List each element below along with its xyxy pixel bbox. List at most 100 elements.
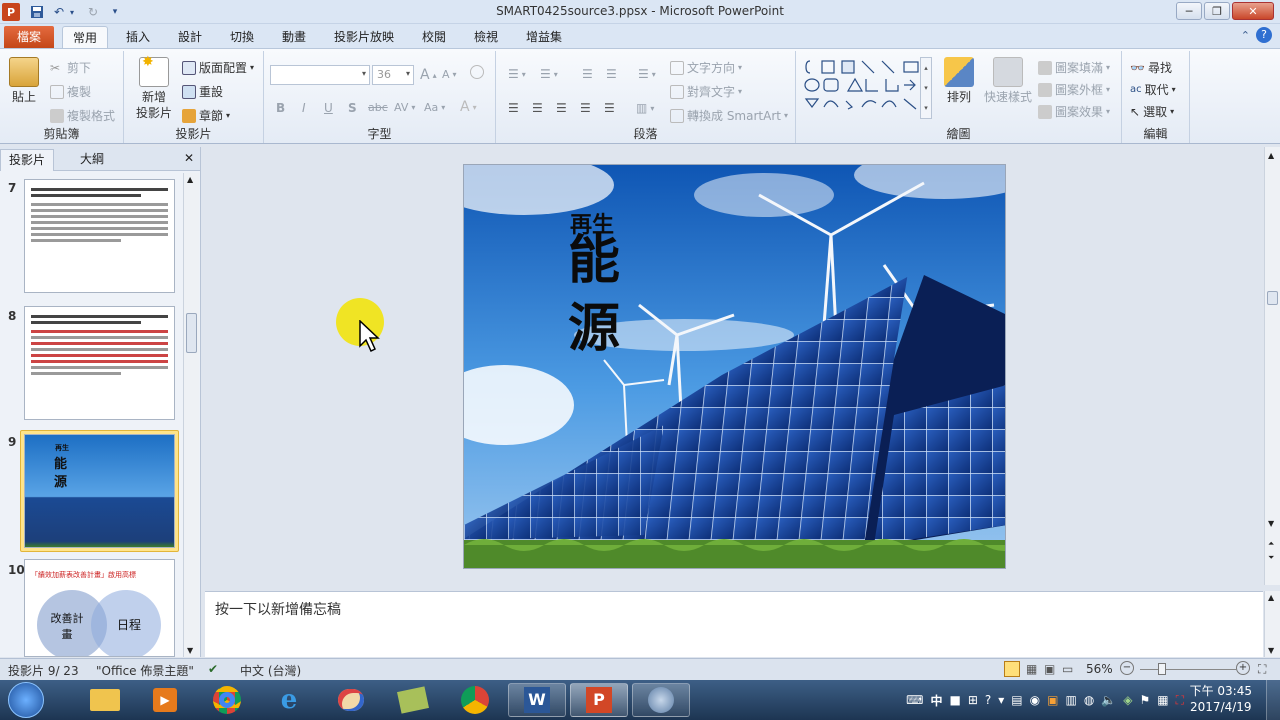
- align-center-icon[interactable]: ☰: [532, 101, 543, 115]
- shrink-font-button[interactable]: A ▾: [442, 68, 457, 81]
- zoom-in-icon[interactable]: +: [1236, 661, 1250, 675]
- change-case-button[interactable]: Aa ▾: [424, 101, 445, 114]
- spell-check-icon[interactable]: ✔: [208, 662, 218, 676]
- strikethrough-button[interactable]: abc: [368, 101, 388, 114]
- align-right-icon[interactable]: ☰: [556, 101, 567, 115]
- taskbar-chrome[interactable]: [198, 683, 256, 717]
- notes-placeholder[interactable]: 按一下以新增備忘稿: [215, 599, 341, 619]
- decrease-indent-icon[interactable]: ☰: [582, 67, 593, 81]
- reset-button[interactable]: 重設: [182, 83, 223, 100]
- cut-button[interactable]: ✂ 剪下: [50, 59, 91, 76]
- collapse-ribbon-icon[interactable]: ⌃: [1241, 29, 1250, 42]
- taskbar-ie[interactable]: e: [260, 683, 318, 717]
- quick-styles-button[interactable]: 快速樣式: [982, 57, 1034, 105]
- zoom-slider-thumb[interactable]: [1158, 663, 1166, 675]
- tray-expand-icon[interactable]: ▾: [998, 693, 1004, 707]
- taskbar-chrome-2[interactable]: [446, 683, 504, 717]
- convert-smartart-button[interactable]: 轉換成 SmartArt ▾: [670, 107, 788, 124]
- shape-effects-button[interactable]: 圖案效果 ▾: [1038, 103, 1110, 120]
- slide-thumbnail-7[interactable]: [24, 179, 175, 293]
- tab-transitions[interactable]: 切換: [220, 26, 264, 48]
- theme-name[interactable]: "Office 佈景主題": [96, 662, 194, 679]
- text-direction-button[interactable]: 文字方向 ▾: [670, 59, 742, 76]
- slide-title-char-1[interactable]: 能: [568, 231, 620, 291]
- columns-icon[interactable]: ▥ ▾: [636, 101, 654, 115]
- notes-pane[interactable]: 按一下以新增備忘稿: [205, 591, 1263, 657]
- normal-view-icon[interactable]: [1004, 661, 1020, 677]
- replace-button[interactable]: ac 取代 ▾: [1130, 81, 1176, 98]
- shape-fill-button[interactable]: 圖案填滿 ▾: [1038, 59, 1110, 76]
- action-center-icon[interactable]: ⚑: [1139, 693, 1150, 707]
- new-slide-button[interactable]: ✸ 新增 投影片: [130, 54, 178, 121]
- help-icon[interactable]: ?: [1256, 27, 1272, 43]
- language-indicator[interactable]: 中文 (台灣): [240, 662, 301, 679]
- tray-app-6-icon[interactable]: ▦: [1157, 693, 1168, 707]
- volume-icon[interactable]: 🔈: [1101, 693, 1116, 707]
- tab-review[interactable]: 校閱: [412, 26, 456, 48]
- ime-icon[interactable]: ⌨: [906, 693, 923, 707]
- tab-addins[interactable]: 增益集: [516, 26, 572, 48]
- editor-scrollbar[interactable]: ▲ ▼ ⏶ ⏷: [1264, 147, 1280, 585]
- next-slide-icon[interactable]: ⏷: [1268, 553, 1274, 563]
- font-size-combobox[interactable]: 36 ▾: [372, 65, 414, 85]
- tray-app-4-icon[interactable]: ▥: [1065, 693, 1076, 707]
- pdf-icon[interactable]: ⛶: [1176, 693, 1184, 708]
- current-slide[interactable]: 再生 能 源: [463, 164, 1006, 569]
- shapes-scroll[interactable]: ▴ ▾ ▾: [920, 57, 932, 119]
- italic-button[interactable]: I: [302, 101, 306, 115]
- tab-insert[interactable]: 插入: [116, 26, 160, 48]
- bullets-icon[interactable]: ☰ ▾: [508, 67, 526, 81]
- tab-slideshow[interactable]: 投影片放映: [324, 26, 404, 48]
- tray-app-5-icon[interactable]: ◍: [1084, 693, 1094, 707]
- ime-settings-icon[interactable]: ⊞: [968, 693, 978, 707]
- clear-formatting-icon[interactable]: [470, 65, 484, 79]
- tray-app-1-icon[interactable]: ▤: [1011, 693, 1022, 707]
- tab-outline[interactable]: 大綱: [72, 149, 112, 171]
- notes-scroll-up-icon[interactable]: ▲: [1268, 593, 1274, 602]
- slideshow-view-icon[interactable]: ▭: [1062, 662, 1073, 676]
- notes-scrollbar[interactable]: ▲ ▼: [1264, 591, 1280, 657]
- slides-pane-scrollbar[interactable]: ▲ ▼: [183, 173, 199, 657]
- zoom-level[interactable]: 56%: [1086, 662, 1113, 676]
- reading-view-icon[interactable]: ▣: [1044, 662, 1055, 676]
- taskbar-media-player[interactable]: ▶: [136, 683, 194, 717]
- section-button[interactable]: 章節 ▾: [182, 107, 230, 124]
- align-left-icon[interactable]: ☰: [508, 101, 519, 115]
- clock[interactable]: 下午 03:45 2017/4/19: [1190, 683, 1252, 715]
- tray-app-2-icon[interactable]: ◉: [1030, 693, 1040, 707]
- editor-scrollbar-thumb[interactable]: [1267, 291, 1278, 305]
- shapes-gallery[interactable]: [800, 57, 930, 121]
- zoom-slider[interactable]: [1140, 669, 1236, 670]
- copy-button[interactable]: 複製: [50, 83, 91, 100]
- network-icon[interactable]: ◈: [1123, 693, 1132, 707]
- paste-button[interactable]: 貼上: [4, 57, 44, 105]
- scroll-down-icon[interactable]: ▼: [187, 646, 193, 655]
- increase-indent-icon[interactable]: ☰: [606, 67, 617, 81]
- tab-slides[interactable]: 投影片: [0, 149, 55, 171]
- underline-button[interactable]: U: [324, 101, 333, 115]
- taskbar-powerpoint[interactable]: P: [570, 683, 628, 717]
- bold-button[interactable]: B: [276, 101, 285, 115]
- character-spacing-button[interactable]: AV ▾: [394, 101, 415, 114]
- shape-outline-button[interactable]: 圖案外框 ▾: [1038, 81, 1110, 98]
- slide-title-char-2[interactable]: 源: [568, 299, 620, 359]
- justify-icon[interactable]: ☰: [580, 101, 591, 115]
- align-text-button[interactable]: 對齊文字 ▾: [670, 83, 742, 100]
- tray-app-3-icon[interactable]: ▣: [1047, 693, 1058, 707]
- distributed-icon[interactable]: ☰: [604, 101, 615, 115]
- tab-view[interactable]: 檢視: [464, 26, 508, 48]
- slide-sorter-icon[interactable]: ▦: [1026, 662, 1037, 676]
- start-button[interactable]: [8, 682, 44, 718]
- notes-scroll-down-icon[interactable]: ▼: [1268, 646, 1274, 655]
- line-spacing-icon[interactable]: ☰ ▾: [638, 67, 656, 81]
- taskbar-paint[interactable]: [322, 683, 380, 717]
- show-desktop-button[interactable]: [1266, 680, 1280, 720]
- slide-thumbnail-10[interactable]: 「績效加薪表改善計畫」啟用高標 改善計畫 日程: [24, 559, 175, 657]
- close-button[interactable]: ✕: [1232, 2, 1274, 20]
- numbering-icon[interactable]: ☰ ▾: [540, 67, 558, 81]
- taskbar-app-globe[interactable]: [632, 683, 690, 717]
- taskbar-word[interactable]: W: [508, 683, 566, 717]
- taskbar-explorer[interactable]: [76, 683, 134, 717]
- fullwidth-icon[interactable]: ■: [949, 693, 960, 707]
- fit-to-window-icon[interactable]: ⛶: [1258, 662, 1266, 677]
